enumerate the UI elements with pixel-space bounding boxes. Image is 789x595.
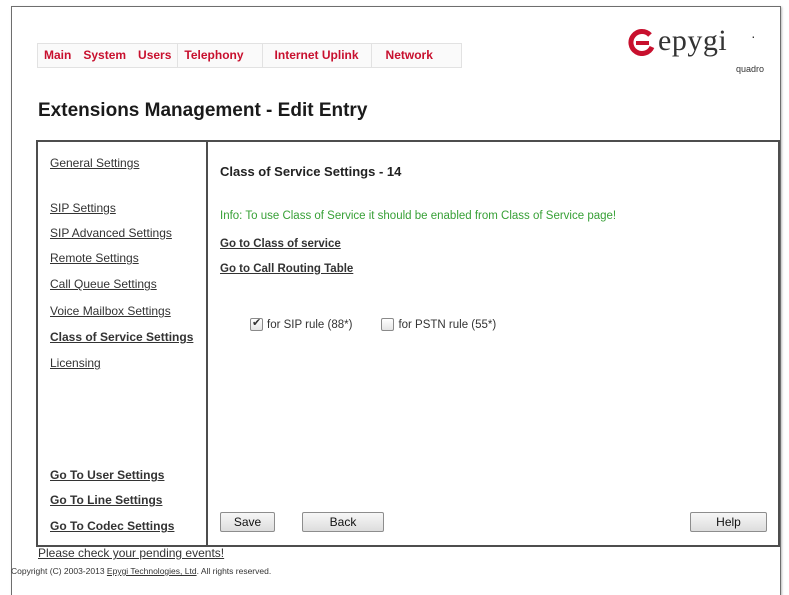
pending-events-link[interactable]: Please check your pending events!: [38, 546, 224, 560]
epygi-logo: epygi · quadro: [628, 24, 765, 82]
copyright-suffix: . All rights reserved.: [196, 566, 272, 576]
go-to-class-of-service-link[interactable]: Go to Class of service: [220, 238, 341, 250]
content-area: Class of Service Settings - 14 Info: To …: [208, 142, 778, 545]
sip-rule-checkbox[interactable]: [250, 316, 263, 331]
rule-checkboxes: for SIP rule (88*) for PSTN rule (55*): [250, 316, 497, 331]
pstn-rule-checkbox[interactable]: [381, 318, 395, 331]
logo-wordmark: epygi: [658, 24, 728, 57]
sidebar-item-call-queue-settings[interactable]: Call Queue Settings: [50, 277, 157, 291]
sip-rule-label: for SIP rule (88*): [267, 318, 353, 331]
sidebar-item-sip-advanced-settings[interactable]: SIP Advanced Settings: [50, 226, 172, 240]
pstn-rule-label: for PSTN rule (55*): [398, 318, 497, 331]
top-navigation: Main System Users Telephony Internet Upl…: [37, 43, 462, 68]
help-button[interactable]: Help: [690, 512, 767, 532]
copyright-notice: Copyright (C) 2003-2013 Epygi Technologi…: [11, 566, 271, 576]
sidebar: General Settings SIP Settings SIP Advanc…: [38, 142, 208, 545]
nav-network[interactable]: Network: [372, 44, 461, 67]
back-button[interactable]: Back: [302, 512, 384, 532]
sidebar-item-sip-settings[interactable]: SIP Settings: [50, 201, 116, 215]
logo-subtitle: quadro: [736, 64, 765, 74]
sidebar-item-general-settings[interactable]: General Settings: [50, 156, 139, 170]
sidebar-item-go-to-codec-settings[interactable]: Go To Codec Settings: [50, 519, 174, 533]
sidebar-item-licensing[interactable]: Licensing: [50, 356, 101, 370]
sidebar-item-class-of-service-settings[interactable]: Class of Service Settings: [50, 330, 193, 344]
logo-dot-icon: ·: [751, 28, 756, 44]
sidebar-item-voice-mailbox-settings[interactable]: Voice Mailbox Settings: [50, 304, 171, 318]
nav-telephony[interactable]: Telephony: [178, 44, 263, 67]
sidebar-item-go-to-user-settings[interactable]: Go To User Settings: [50, 468, 164, 482]
nav-system[interactable]: System: [77, 44, 132, 67]
nav-users[interactable]: Users: [132, 44, 179, 67]
info-message: Info: To use Class of Service it should …: [220, 210, 617, 222]
copyright-prefix: Copyright (C) 2003-2013: [11, 566, 107, 576]
nav-main[interactable]: Main: [38, 44, 77, 67]
nav-internet-uplink[interactable]: Internet Uplink: [263, 44, 372, 67]
section-heading: Class of Service Settings - 14: [220, 164, 402, 179]
page-title: Extensions Management - Edit Entry: [38, 100, 368, 121]
company-link[interactable]: Epygi Technologies, Ltd: [107, 566, 197, 576]
settings-panel: General Settings SIP Settings SIP Advanc…: [36, 140, 780, 547]
epygi-logo-mark-icon: [628, 29, 655, 56]
save-button[interactable]: Save: [220, 512, 275, 532]
sidebar-item-remote-settings[interactable]: Remote Settings: [50, 251, 139, 265]
go-to-call-routing-table-link[interactable]: Go to Call Routing Table: [220, 263, 353, 275]
sidebar-item-go-to-line-settings[interactable]: Go To Line Settings: [50, 493, 162, 507]
